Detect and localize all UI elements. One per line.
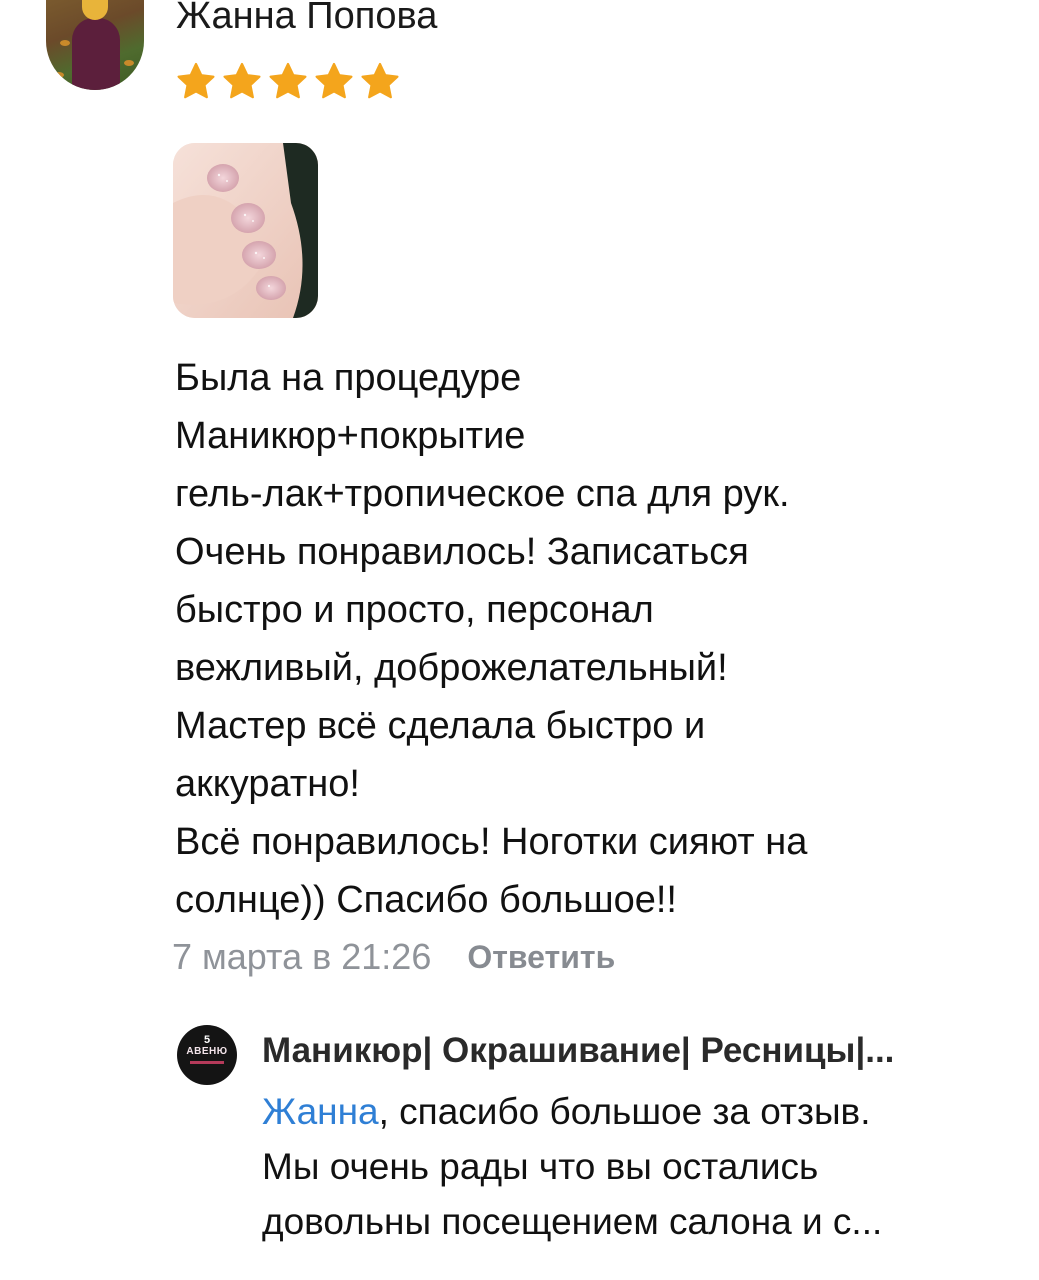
star-icon: [312, 60, 356, 104]
reply-button[interactable]: Ответить: [467, 939, 615, 976]
nails-photo-image: [173, 143, 318, 318]
salon-avatar-stripe: [190, 1061, 224, 1064]
review-date: 7 марта в 21:26: [172, 936, 432, 977]
mention-link[interactable]: Жанна: [262, 1091, 379, 1132]
rating-stars: [174, 60, 402, 104]
avatar-leaf-decoration: [124, 60, 134, 66]
star-icon: [358, 60, 402, 104]
review-meta: 7 марта в 21:26 Ответить: [172, 933, 615, 981]
review-photo[interactable]: [173, 143, 318, 318]
review-text: Была на процедуре Маникюр+покрытие гель-…: [175, 357, 808, 921]
salon-reply-author[interactable]: Маникюр| Окрашивание| Ресницы|...: [262, 1027, 1012, 1075]
salon-avatar-brand: АВЕНЮ: [186, 1046, 228, 1057]
avatar-leaf-decoration: [54, 72, 64, 78]
star-icon: [266, 60, 310, 104]
salon-reply-text: Жанна, спасибо большое за отзыв. Мы очен…: [262, 1084, 1022, 1249]
reviewer-name[interactable]: Жанна Попова: [176, 0, 437, 38]
star-icon: [174, 60, 218, 104]
avatar-leaf-mask: [82, 0, 108, 20]
reviewer-avatar[interactable]: [46, 0, 144, 90]
salon-avatar-number: 5: [203, 1034, 211, 1046]
star-icon: [220, 60, 264, 104]
avatar-figure: [72, 18, 120, 90]
avatar-leaf-decoration: [60, 40, 70, 46]
salon-avatar[interactable]: 5 АВЕНЮ: [177, 1025, 237, 1085]
